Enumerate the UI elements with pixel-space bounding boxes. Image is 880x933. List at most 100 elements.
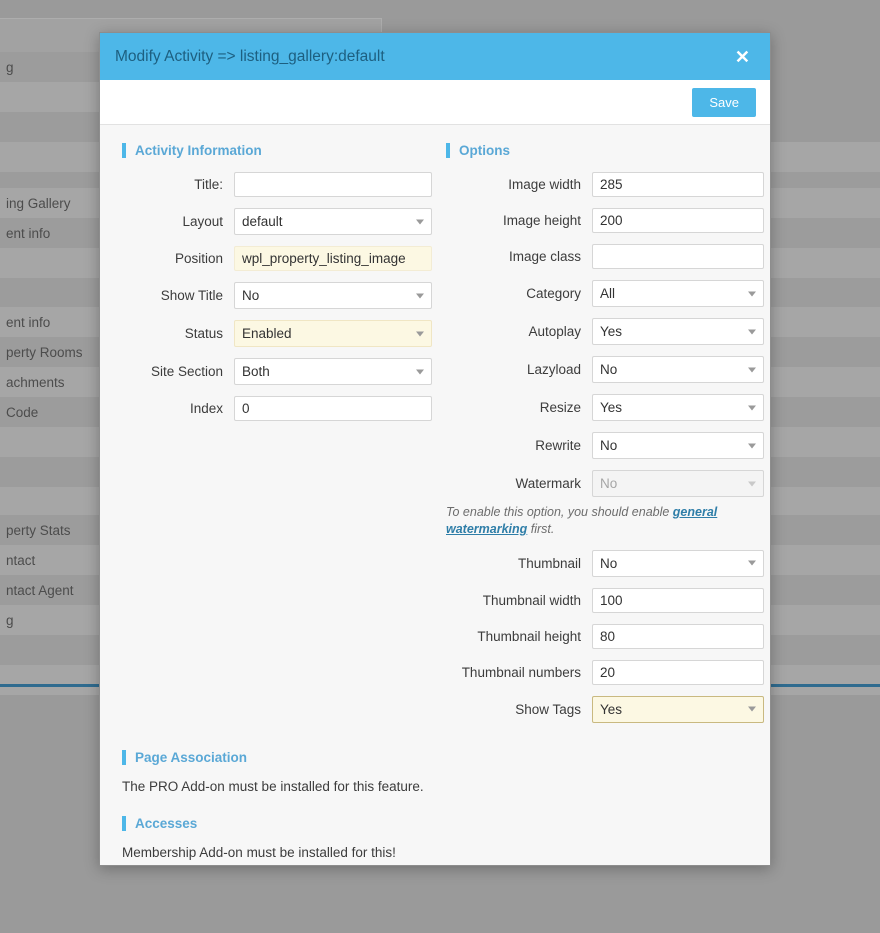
- field-control: No: [592, 470, 764, 497]
- form-row: Position: [122, 246, 432, 271]
- field-label: Thumbnail: [446, 556, 592, 571]
- section-title-label: Options: [459, 143, 510, 158]
- thumbnail-height-input[interactable]: [592, 624, 764, 649]
- field-control: [592, 244, 764, 269]
- autoplay-select[interactable]: Yes: [592, 318, 764, 345]
- field-control: Yes: [592, 318, 764, 345]
- section-accent-bar-icon: [122, 750, 126, 765]
- dialog-header: Modify Activity => listing_gallery:defau…: [100, 33, 770, 80]
- selected-value: Enabled: [242, 326, 292, 341]
- selected-value: No: [600, 556, 617, 571]
- section-title-label: Page Association: [135, 750, 247, 765]
- image-class-input[interactable]: [592, 244, 764, 269]
- field-label: Autoplay: [446, 324, 592, 339]
- selected-value: All: [600, 286, 615, 301]
- form-row: Show Tags Yes: [446, 696, 764, 723]
- dialog-toolbar: Save: [100, 80, 770, 125]
- dialog-title: Modify Activity => listing_gallery:defau…: [115, 48, 385, 66]
- selected-value: No: [600, 362, 617, 377]
- lazyload-select[interactable]: No: [592, 356, 764, 383]
- field-label: Site Section: [122, 364, 234, 379]
- thumbnail-width-input[interactable]: [592, 588, 764, 613]
- form-row: Site SectionBoth: [122, 358, 432, 385]
- form-row: Show TitleNo: [122, 282, 432, 309]
- thumbnail-select[interactable]: No: [592, 550, 764, 577]
- save-button[interactable]: Save: [692, 88, 756, 117]
- form-row: ResizeYes: [446, 394, 764, 421]
- field-label: Position: [122, 251, 234, 266]
- section-accent-bar-icon: [122, 816, 126, 831]
- chevron-down-icon: [748, 443, 756, 448]
- chevron-down-icon: [416, 293, 424, 298]
- form-row: Thumbnail numbers: [446, 660, 764, 685]
- form-row: LazyloadNo: [446, 356, 764, 383]
- field-label: Show Tags: [446, 702, 592, 717]
- general-watermarking-link[interactable]: general watermarking: [446, 505, 717, 536]
- activity-information-heading: Activity Information: [122, 143, 432, 158]
- status-select[interactable]: Enabled: [234, 320, 432, 347]
- field-label: Category: [446, 286, 592, 301]
- field-control: [592, 208, 764, 233]
- show-title-select[interactable]: No: [234, 282, 432, 309]
- form-row: Category All: [446, 280, 764, 307]
- position-input[interactable]: [234, 246, 432, 271]
- image-width-input[interactable]: [592, 172, 764, 197]
- chevron-down-icon: [416, 219, 424, 224]
- chevron-down-icon: [748, 561, 756, 566]
- field-label: Thumbnail numbers: [446, 665, 592, 680]
- image-height-input[interactable]: [592, 208, 764, 233]
- layout-select[interactable]: default: [234, 208, 432, 235]
- form-row: Layoutdefault: [122, 208, 432, 235]
- resize-select[interactable]: Yes: [592, 394, 764, 421]
- field-control: Both: [234, 358, 432, 385]
- field-control: No: [592, 356, 764, 383]
- section-title-label: Accesses: [135, 816, 197, 831]
- activity-information-fields: Title: Layoutdefault Position Show TitleNo S…: [122, 172, 432, 421]
- selected-value: Yes: [600, 702, 622, 717]
- close-icon[interactable]: ✕: [731, 46, 754, 68]
- index-input[interactable]: [234, 396, 432, 421]
- watermark-hint: To enable this option, you should enable…: [446, 504, 764, 538]
- field-label: Watermark: [446, 476, 592, 491]
- chevron-down-icon: [416, 331, 424, 336]
- title-input[interactable]: [234, 172, 432, 197]
- section-accent-bar-icon: [446, 143, 450, 158]
- thumbnail-numbers-input[interactable]: [592, 660, 764, 685]
- field-control: Yes: [592, 696, 764, 723]
- field-control: All: [592, 280, 764, 307]
- selected-value: No: [242, 288, 259, 303]
- show-tags-select[interactable]: Yes: [592, 696, 764, 723]
- field-control: [592, 172, 764, 197]
- field-control: [234, 396, 432, 421]
- form-row: Thumbnail width: [446, 588, 764, 613]
- field-label: Index: [122, 401, 234, 416]
- form-row: Watermark No: [446, 470, 764, 497]
- activity-information-section: Activity Information Title: Layoutdefault…: [122, 143, 432, 734]
- chevron-down-icon: [748, 329, 756, 334]
- site-section-select[interactable]: Both: [234, 358, 432, 385]
- field-control: [592, 660, 764, 685]
- selected-value: No: [600, 438, 617, 453]
- category-select[interactable]: All: [592, 280, 764, 307]
- rewrite-select[interactable]: No: [592, 432, 764, 459]
- selected-value: No: [600, 476, 617, 491]
- form-row: Index: [122, 396, 432, 421]
- chevron-down-icon: [748, 367, 756, 372]
- accesses-heading: Accesses: [122, 816, 748, 831]
- form-row: Thumbnail No: [446, 550, 764, 577]
- field-label: Image height: [446, 213, 592, 228]
- chevron-down-icon: [748, 405, 756, 410]
- options-fields: Image width Image height Image class Catego…: [446, 172, 764, 723]
- form-row: Image width: [446, 172, 764, 197]
- selected-value: default: [242, 214, 283, 229]
- chevron-down-icon: [748, 707, 756, 712]
- form-row: Title:: [122, 172, 432, 197]
- form-row: Image class: [446, 244, 764, 269]
- field-control: [234, 172, 432, 197]
- field-control: Yes: [592, 394, 764, 421]
- field-label: Thumbnail width: [446, 593, 592, 608]
- field-label: Resize: [446, 400, 592, 415]
- field-control: [592, 588, 764, 613]
- options-section: Options Image width Image height Image cla…: [446, 143, 764, 734]
- form-row: AutoplayYes: [446, 318, 764, 345]
